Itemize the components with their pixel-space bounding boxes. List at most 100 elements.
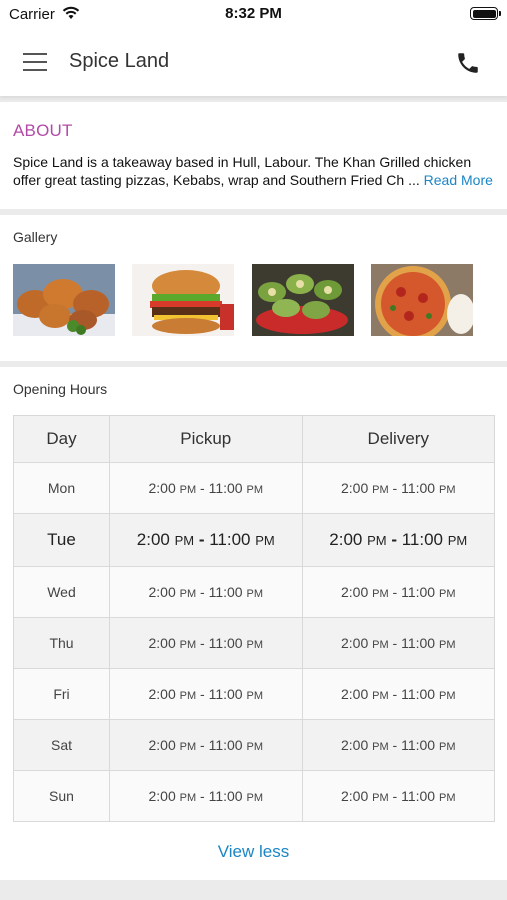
delivery-hours-cell: 2:00 PM - 11:00 PM <box>301 617 495 669</box>
page-title: Spice Land <box>69 50 170 72</box>
delivery-from: 2:00 <box>341 788 369 804</box>
delivery-from-ampm: PM <box>372 639 389 651</box>
table-row: Tue 2:00 PM - 11:00 PM 2:00 PM - 11:00 PM <box>13 513 495 567</box>
opening-hours-label: Opening Hours <box>13 381 108 397</box>
gallery-image-fried-chicken[interactable] <box>13 264 115 336</box>
day-cell: Thu <box>13 617 110 669</box>
pickup-to: 11:00 <box>209 530 251 549</box>
table-row: Wed 2:00 PM - 11:00 PM 2:00 PM - 11:00 PM <box>13 566 495 618</box>
day-cell: Tue <box>13 513 110 567</box>
delivery-to-ampm: PM <box>438 741 456 753</box>
delivery-to: 11:00 <box>401 635 436 651</box>
delivery-hours-cell: 2:00 PM - 11:00 PM <box>301 668 495 720</box>
gallery-image-burger[interactable] <box>132 264 234 336</box>
delivery-to: 11:00 <box>401 737 436 753</box>
delivery-from-ampm: PM <box>367 533 387 548</box>
delivery-to-ampm: PM <box>438 588 456 600</box>
column-header-pickup: Pickup <box>109 415 303 463</box>
delivery-from: 2:00 <box>341 480 369 496</box>
table-row: Mon 2:00 PM - 11:00 PM 2:00 PM - 11:00 PM <box>13 462 495 514</box>
delivery-from: 2:00 <box>341 584 369 600</box>
delivery-to: 11:00 <box>401 584 436 600</box>
table-row: Fri 2:00 PM - 11:00 PM 2:00 PM - 11:00 PM <box>13 668 495 720</box>
pickup-hours-cell: 2:00 PM - 11:00 PM <box>109 566 303 618</box>
delivery-to-ampm: PM <box>438 484 456 496</box>
column-header-delivery: Delivery <box>301 415 495 463</box>
pickup-to-ampm: PM <box>246 741 263 753</box>
gallery-image-wraps[interactable] <box>252 264 354 336</box>
pickup-from: 2:00 <box>148 686 176 702</box>
about-description: Spice Land is a takeaway based in Hull, … <box>13 154 472 188</box>
delivery-to-ampm: PM <box>438 792 456 804</box>
pickup-from: 2:00 <box>148 737 176 753</box>
day-cell: Mon <box>13 462 110 514</box>
delivery-from-ampm: PM <box>372 690 389 702</box>
opening-hours-table: Day Pickup Delivery Mon 2:00 PM - 11:00 P… <box>13 415 495 822</box>
delivery-hours-cell: 2:00 PM - 11:00 PM <box>301 462 495 514</box>
day-cell: Sat <box>13 719 110 771</box>
day-cell: Wed <box>13 566 110 618</box>
delivery-from-ampm: PM <box>372 741 389 753</box>
pickup-hours-cell: 2:00 PM - 11:00 PM <box>109 719 303 771</box>
pickup-to: 11:00 <box>208 686 243 702</box>
about-heading: ABOUT <box>13 121 73 140</box>
day-cell: Fri <box>13 668 110 720</box>
day-cell: Sun <box>13 770 110 822</box>
pickup-hours-cell: 2:00 PM - 11:00 PM <box>109 513 303 567</box>
about-text: Spice Land is a takeaway based in Hull, … <box>13 153 498 189</box>
pickup-to-ampm: PM <box>246 639 263 651</box>
pickup-from: 2:00 <box>148 635 176 651</box>
delivery-from: 2:00 <box>329 530 363 549</box>
pickup-from-ampm: PM <box>174 533 195 548</box>
page: Carrier 8:32 PM Spice Land ABOUT Spice L… <box>0 0 507 900</box>
pickup-to: 11:00 <box>208 635 243 651</box>
delivery-from: 2:00 <box>341 737 369 753</box>
pickup-from-ampm: PM <box>179 639 197 651</box>
pickup-to-ampm: PM <box>255 533 275 548</box>
pickup-from-ampm: PM <box>179 741 197 753</box>
delivery-to-ampm: PM <box>438 690 456 702</box>
menu-icon[interactable] <box>23 53 47 71</box>
gallery-image-pizza[interactable] <box>371 264 473 336</box>
delivery-to: 11:00 <box>401 788 436 804</box>
column-header-day: Day <box>13 415 110 463</box>
pickup-from: 2:00 <box>148 480 176 496</box>
clock: 8:32 PM <box>225 5 282 22</box>
delivery-from-ampm: PM <box>372 588 389 600</box>
pickup-to-ampm: PM <box>246 484 263 496</box>
view-less-link[interactable]: View less <box>0 842 507 862</box>
delivery-to-ampm: PM <box>438 639 456 651</box>
gallery-section: Gallery <box>0 215 507 361</box>
delivery-to: 11:00 <box>401 686 436 702</box>
pickup-to: 11:00 <box>208 788 243 804</box>
pickup-hours-cell: 2:00 PM - 11:00 PM <box>109 617 303 669</box>
pickup-to-ampm: PM <box>246 690 263 702</box>
pickup-to-ampm: PM <box>246 588 263 600</box>
delivery-to: 11:00 <box>401 530 443 549</box>
pickup-hours-cell: 2:00 PM - 11:00 PM <box>109 462 303 514</box>
pickup-from-ampm: PM <box>179 588 197 600</box>
phone-icon[interactable] <box>455 50 481 76</box>
table-header-row: Day Pickup Delivery <box>13 415 495 463</box>
pickup-to: 11:00 <box>208 480 243 496</box>
delivery-from-ampm: PM <box>372 484 389 496</box>
delivery-hours-cell: 2:00 PM - 11:00 PM <box>301 770 495 822</box>
delivery-hours-cell: 2:00 PM - 11:00 PM <box>301 566 495 618</box>
gallery-label: Gallery <box>13 229 58 245</box>
table-row: Sat 2:00 PM - 11:00 PM 2:00 PM - 11:00 PM <box>13 719 495 771</box>
read-more-link[interactable]: Read More <box>424 172 493 188</box>
pickup-from-ampm: PM <box>179 792 197 804</box>
pickup-from: 2:00 <box>136 530 170 549</box>
delivery-hours-cell: 2:00 PM - 11:00 PM <box>301 513 495 567</box>
pickup-to: 11:00 <box>208 737 243 753</box>
delivery-to-ampm: PM <box>447 533 468 548</box>
table-row: Thu 2:00 PM - 11:00 PM 2:00 PM - 11:00 PM <box>13 617 495 669</box>
pickup-from: 2:00 <box>148 584 176 600</box>
pickup-hours-cell: 2:00 PM - 11:00 PM <box>109 770 303 822</box>
pickup-from-ampm: PM <box>179 484 197 496</box>
opening-hours-section: Opening Hours Day Pickup Delivery Mon 2:0… <box>0 367 507 880</box>
pickup-from: 2:00 <box>148 788 176 804</box>
delivery-from: 2:00 <box>341 635 369 651</box>
delivery-to: 11:00 <box>401 480 436 496</box>
pickup-from-ampm: PM <box>179 690 197 702</box>
